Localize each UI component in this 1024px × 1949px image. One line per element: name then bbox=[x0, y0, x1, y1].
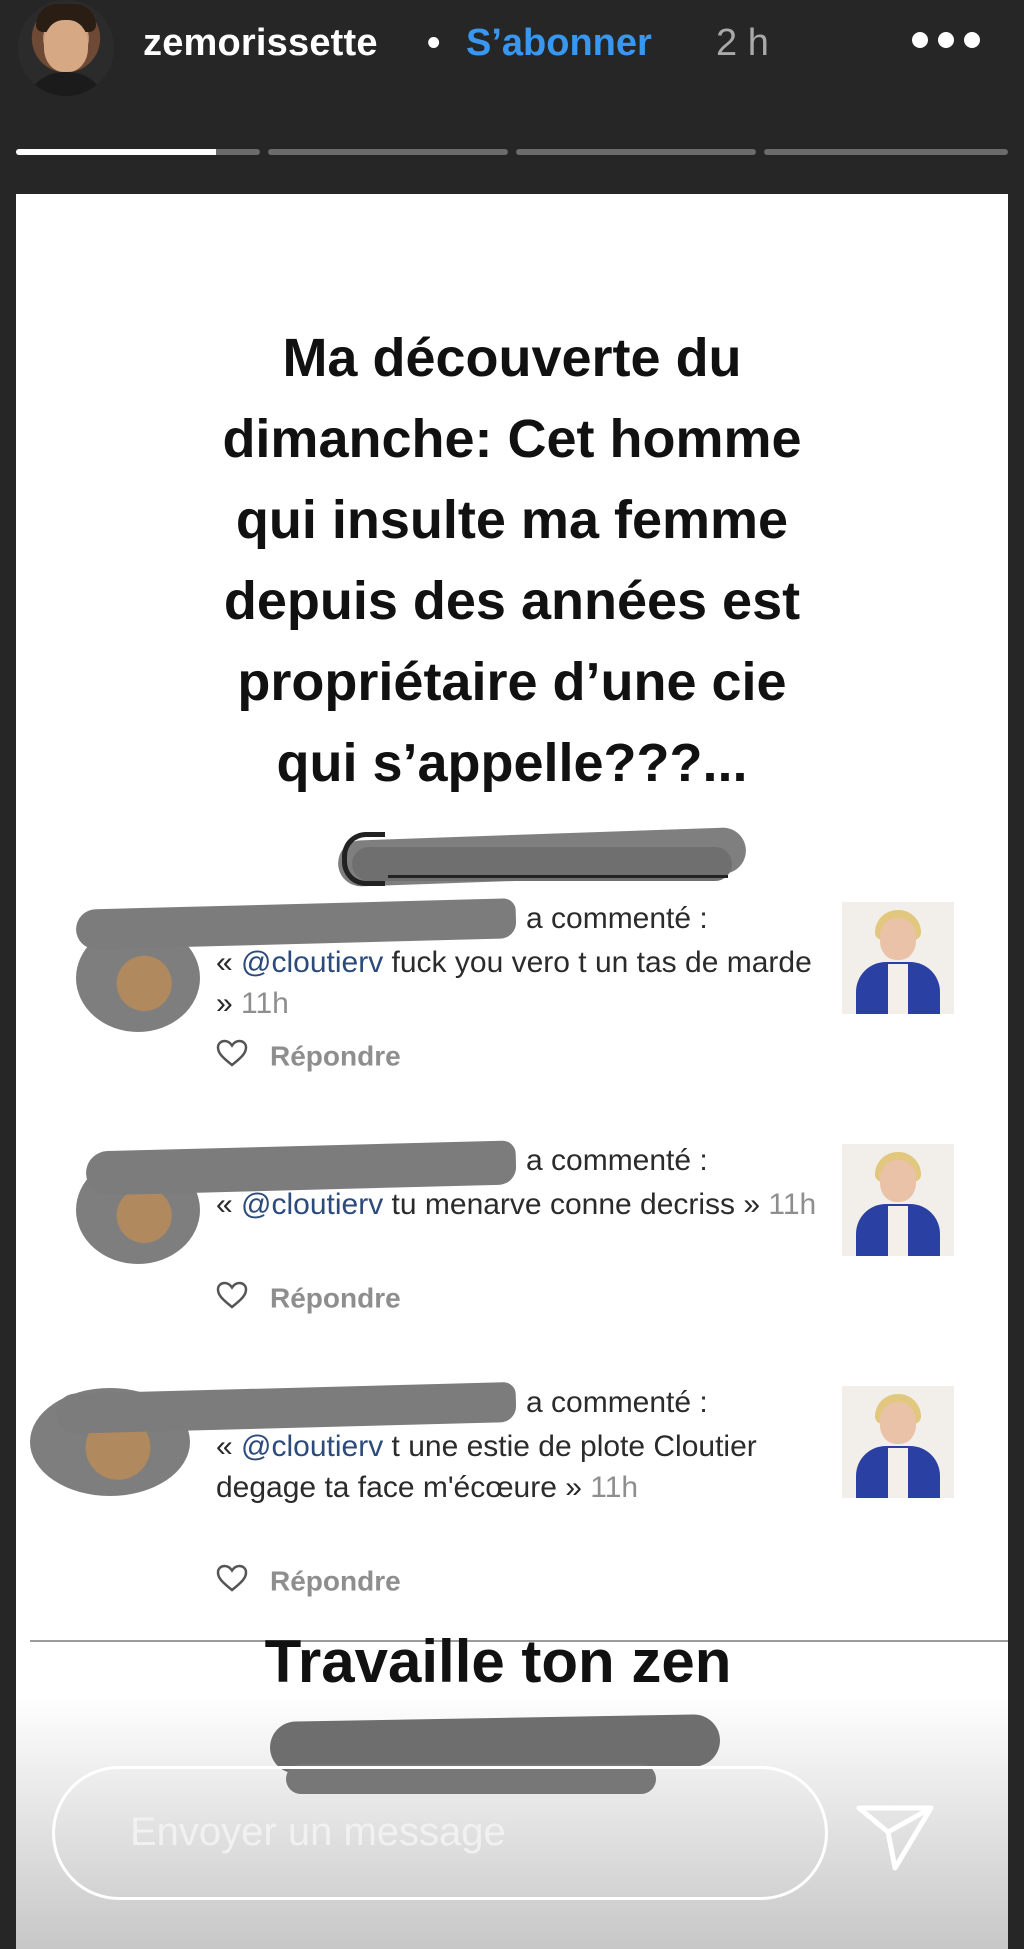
username[interactable]: zemorissette bbox=[143, 22, 378, 65]
comment-time: 11h bbox=[760, 1188, 817, 1221]
story-headline: Ma découverte du dimanche: Cet homme qui… bbox=[222, 328, 802, 793]
post-thumbnail[interactable] bbox=[842, 1386, 954, 1498]
post-thumbnail[interactable] bbox=[842, 902, 954, 1014]
avatar-shirt bbox=[24, 72, 108, 96]
follow-button[interactable]: S’abonner bbox=[466, 22, 652, 65]
more-options-icon[interactable] bbox=[910, 30, 982, 54]
reply-button[interactable]: Répondre bbox=[270, 1283, 401, 1314]
separator-dot: • bbox=[427, 22, 441, 64]
reply-row: Répondre bbox=[216, 1564, 401, 1599]
avatar-face bbox=[44, 20, 88, 72]
mention-link[interactable]: @cloutierv bbox=[241, 946, 383, 979]
reply-button[interactable]: Répondre bbox=[270, 1041, 401, 1072]
heart-icon[interactable] bbox=[216, 1281, 248, 1316]
comment-text: « @cloutierv t une estie de plote Clouti… bbox=[216, 1430, 757, 1504]
reply-row: Répondre bbox=[216, 1281, 401, 1316]
reply-row: Répondre bbox=[216, 1039, 401, 1074]
send-icon[interactable] bbox=[855, 1802, 935, 1872]
story-content[interactable]: Ma découverte du dimanche: Cet homme qui… bbox=[16, 194, 1008, 1949]
post-time: 2 h bbox=[716, 22, 769, 64]
progress-segment bbox=[516, 149, 756, 155]
story-progress bbox=[16, 149, 1008, 155]
progress-segment bbox=[268, 149, 508, 155]
progress-segment bbox=[16, 149, 260, 155]
progress-segment bbox=[764, 149, 1008, 155]
heart-icon[interactable] bbox=[216, 1039, 248, 1074]
mention-link[interactable]: @cloutierv bbox=[241, 1430, 383, 1463]
comment-item: a commenté : « @cloutierv t une estie de… bbox=[16, 1368, 1008, 1648]
message-placeholder: Envoyer un message bbox=[130, 1810, 506, 1854]
post-thumbnail[interactable] bbox=[842, 1144, 954, 1256]
comment-item: a commenté : « @cloutierv fuck you vero … bbox=[16, 884, 1008, 1124]
story-footer-title: Travaille ton zen bbox=[264, 1628, 732, 1695]
comment-action: a commenté : bbox=[526, 1386, 708, 1419]
comment-time: 11h bbox=[232, 987, 289, 1020]
heart-icon[interactable] bbox=[216, 1564, 248, 1599]
mention-link[interactable]: @cloutierv bbox=[241, 1188, 383, 1221]
comment-item: a commenté : « @cloutierv tu menarve con… bbox=[16, 1126, 1008, 1366]
comment-text: « @cloutierv tu menarve conne decriss » … bbox=[216, 1188, 817, 1221]
profile-avatar[interactable] bbox=[18, 0, 114, 96]
comment-time: 11h bbox=[581, 1471, 639, 1504]
comment-text: « @cloutierv fuck you vero t un tas de m… bbox=[216, 946, 812, 1020]
reply-button[interactable]: Répondre bbox=[270, 1566, 401, 1597]
comments-list: a commenté : « @cloutierv fuck you vero … bbox=[16, 884, 1008, 1634]
story-header: zemorissette • S’abonner 2 h bbox=[0, 0, 1024, 110]
comment-action: a commenté : bbox=[526, 1144, 708, 1177]
comment-action: a commenté : bbox=[526, 902, 708, 935]
